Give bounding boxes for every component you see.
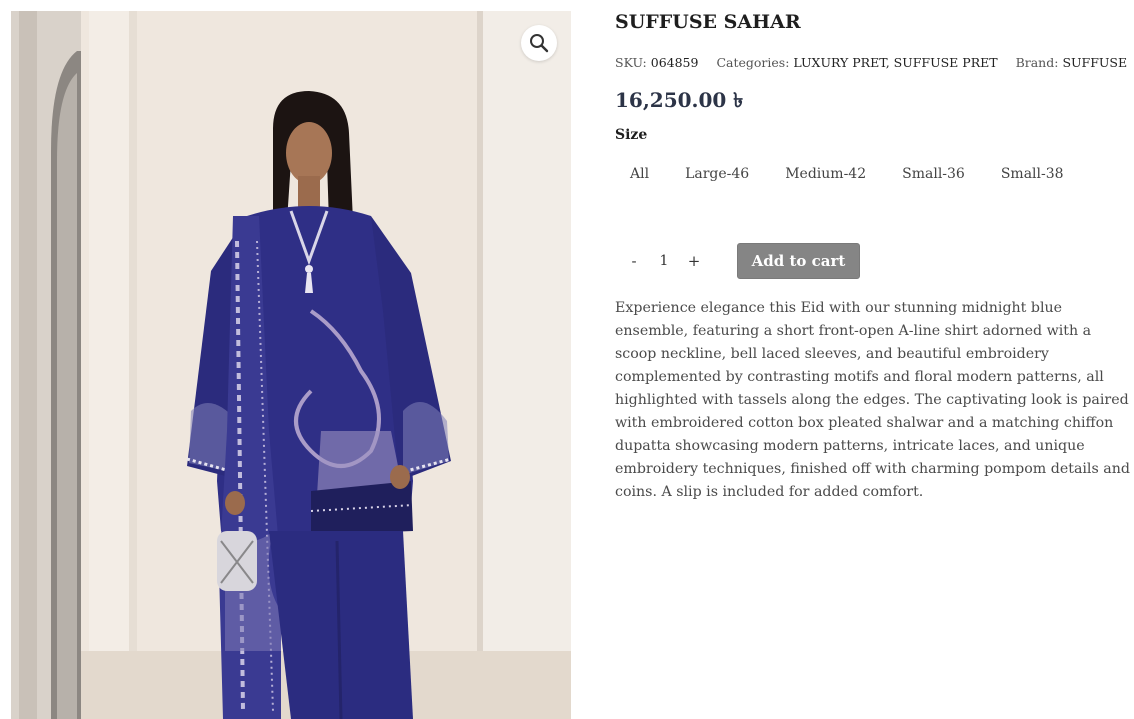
product-price: 16,250.00 ৳ xyxy=(615,88,744,112)
size-option-medium-42[interactable]: Medium-42 xyxy=(770,160,881,188)
size-label: Size xyxy=(615,127,648,143)
categories-links[interactable]: LUXURY PRET, SUFFUSE PRET xyxy=(793,55,997,70)
size-option-large-46[interactable]: Large-46 xyxy=(670,160,764,188)
brand-label: Brand: xyxy=(1015,55,1059,70)
product-meta: SKU: 064859 Categories: LUXURY PRET, SUF… xyxy=(615,55,1134,70)
add-to-cart-form: - + Add to cart xyxy=(615,243,860,279)
product-image[interactable] xyxy=(11,11,571,719)
product-photo xyxy=(11,11,571,719)
sku-group: SKU: 064859 xyxy=(615,55,702,70)
sku-value: 064859 xyxy=(650,55,699,70)
quantity-decrease-button[interactable]: - xyxy=(615,243,653,279)
add-to-cart-button[interactable]: Add to cart xyxy=(737,243,860,279)
size-options: All Large-46 Medium-42 Small-36 Small-38 xyxy=(615,160,1085,188)
size-option-small-38[interactable]: Small-38 xyxy=(986,160,1079,188)
quantity-input[interactable] xyxy=(653,243,675,279)
categories-group: Categories: LUXURY PRET, SUFFUSE PRET xyxy=(716,55,1001,70)
size-option-small-36[interactable]: Small-36 xyxy=(887,160,980,188)
brand-link[interactable]: SUFFUSE xyxy=(1062,55,1127,70)
quantity-increase-button[interactable]: + xyxy=(675,243,713,279)
zoom-button[interactable] xyxy=(521,25,557,61)
categories-label: Categories: xyxy=(716,55,790,70)
brand-group: Brand: SUFFUSE xyxy=(1016,55,1128,70)
magnifier-icon xyxy=(530,34,549,53)
sku-label: SKU: xyxy=(615,55,647,70)
product-description: Experience elegance this Eid with our st… xyxy=(615,300,1130,500)
size-option-all[interactable]: All xyxy=(615,160,664,188)
product-title: SUFFUSE SAHAR xyxy=(615,11,801,33)
